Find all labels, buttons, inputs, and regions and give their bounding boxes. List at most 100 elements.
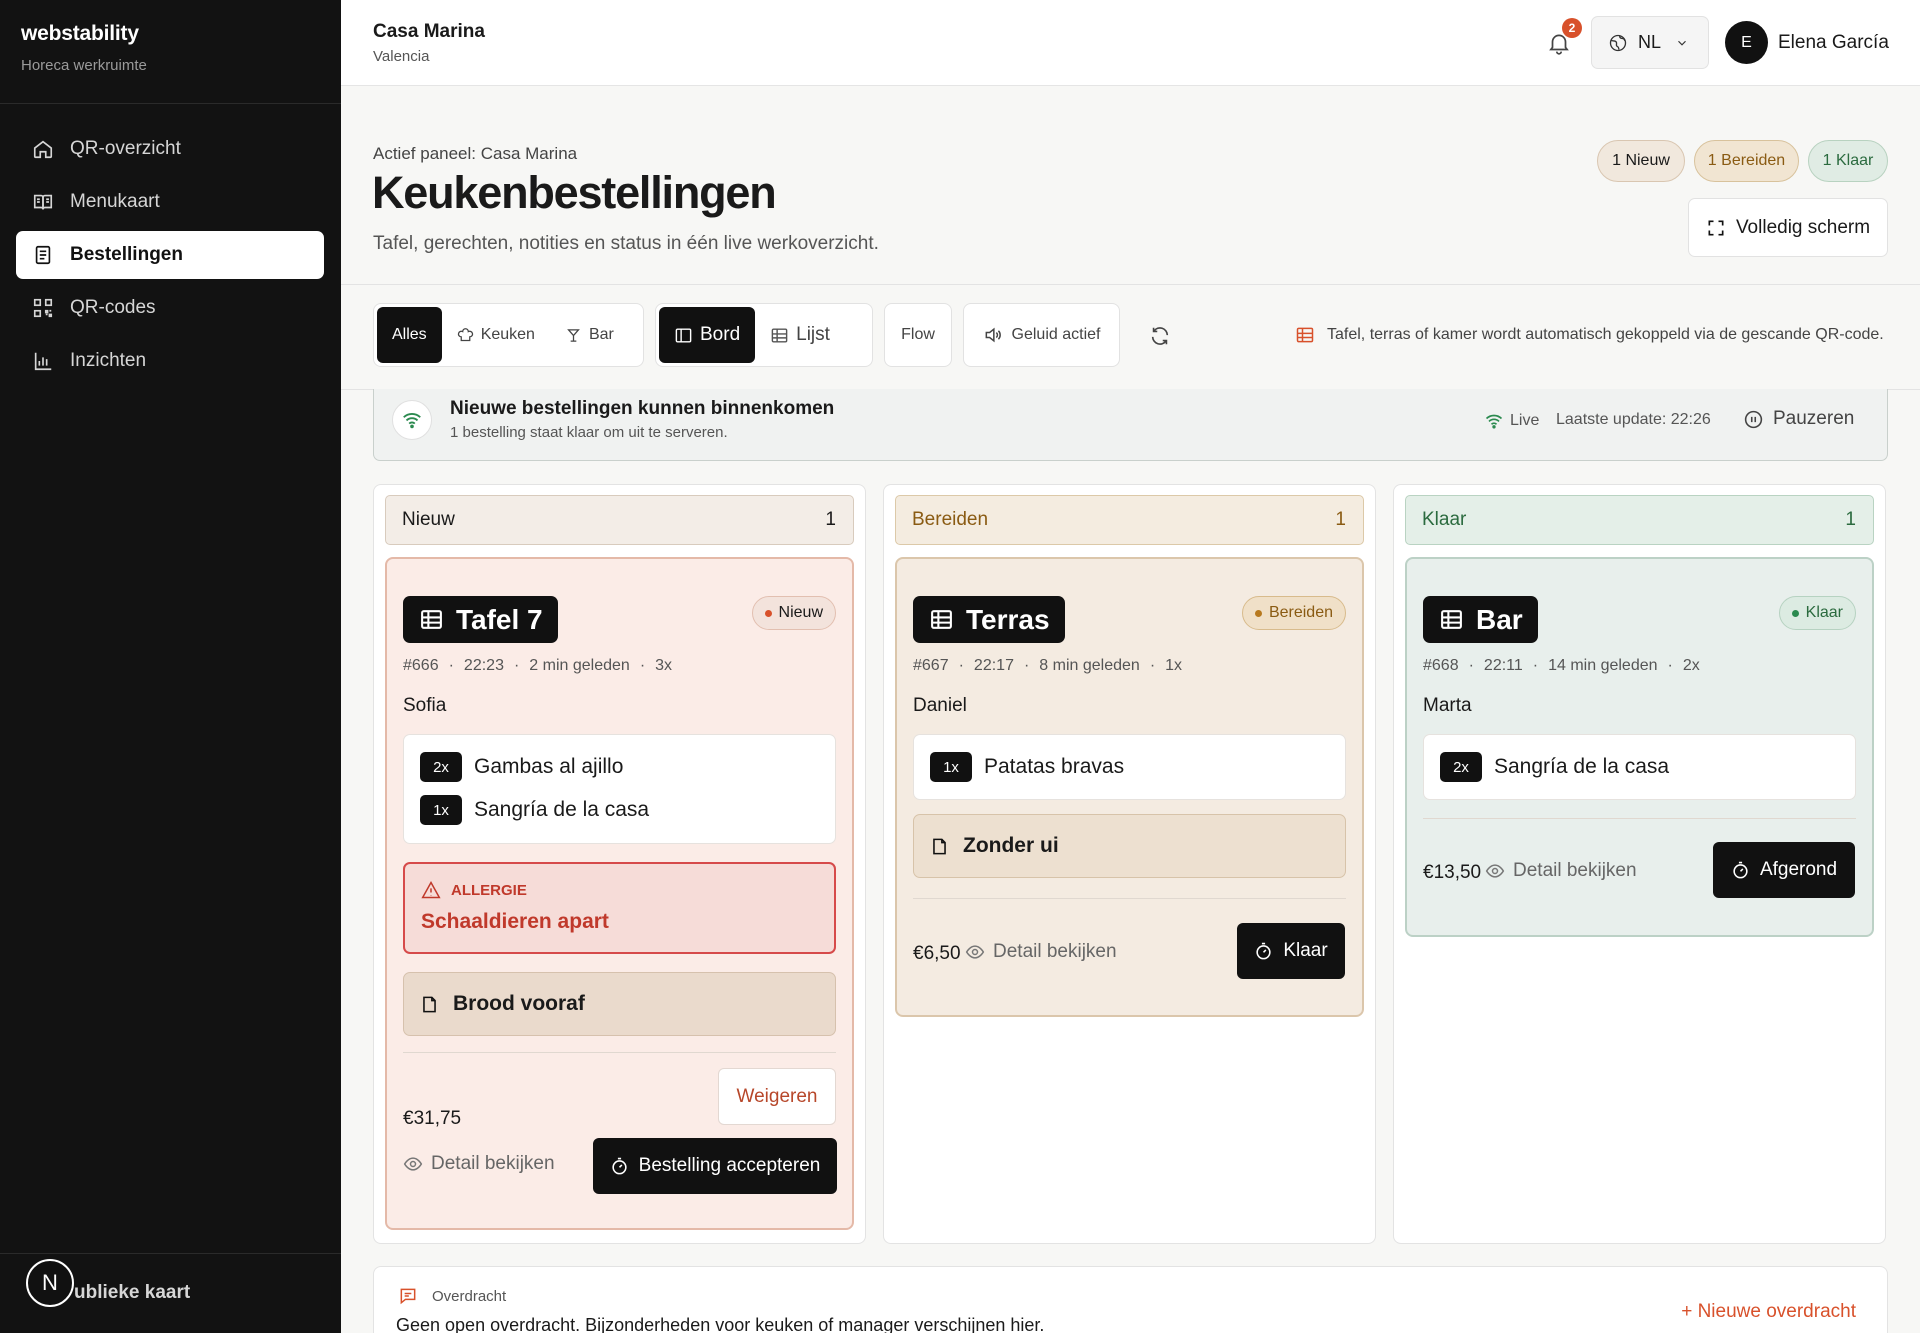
brand-subtitle: Horeca werkruimte (21, 57, 147, 74)
sidebar-item-label: Bestellingen (70, 244, 183, 265)
chart-icon (34, 352, 52, 371)
sidebar-nav: QR-overzicht Menukaart Bestellingen QR-c… (16, 125, 324, 390)
sidebar-item-bestellingen[interactable]: Bestellingen (16, 231, 324, 279)
order-age: 8 min geleden (1039, 657, 1140, 674)
topbar: Casa Marina Valencia 2 NL E Elena García (341, 0, 1920, 86)
order-note: Zonder ui (913, 814, 1346, 878)
fullscreen-icon (1708, 220, 1724, 235)
table-icon (421, 610, 442, 629)
count-pill-prep[interactable]: 1 Bereiden (1694, 140, 1799, 182)
language-value: NL (1638, 32, 1662, 52)
item-qty: 2x (420, 752, 462, 782)
status-dot (764, 609, 772, 617)
complete-label: Afgerond (1759, 859, 1838, 880)
sidebar-item-label: Menukaart (70, 191, 160, 212)
detail-link[interactable]: Detail bekijken (403, 1153, 555, 1175)
filter-bar-label: Bar (588, 326, 614, 343)
column-header: Klaar 1 (1405, 495, 1874, 545)
column-title: Bereiden (912, 509, 989, 530)
eye-icon (403, 1157, 423, 1171)
pause-button[interactable]: Pauzeren (1743, 408, 1854, 430)
sidebar-item-label: QR-codes (70, 297, 156, 318)
mark-ready-button[interactable]: Klaar (1237, 923, 1345, 979)
list-item: 2x Gambas al ajillo (420, 750, 819, 784)
column-title: Klaar (1422, 509, 1467, 530)
venue-switcher[interactable]: Casa Marina Valencia (373, 21, 485, 65)
guest-name: Daniel (913, 695, 967, 716)
live-indicator: Live (1484, 411, 1539, 431)
globe-icon (1609, 34, 1627, 51)
sidebar-item-inzichten[interactable]: Inzichten (16, 337, 324, 385)
order-card[interactable]: Tafel 7 Nieuw #666 · 22:23 · 2 min geleden · 3… (385, 557, 854, 1230)
sidebar-item-menukaart[interactable]: Menukaart (16, 178, 324, 226)
eye-icon (965, 945, 985, 959)
speaker-icon (985, 327, 1001, 343)
divider (1423, 818, 1856, 819)
language-select[interactable]: NL (1591, 16, 1709, 69)
board-icon (675, 327, 692, 343)
home-icon (33, 140, 53, 159)
order-total: €13,50 (1423, 862, 1482, 883)
view-list[interactable]: Lijst (755, 307, 845, 363)
reject-button[interactable]: Weigeren (718, 1068, 836, 1125)
chevron-down-icon (1678, 40, 1686, 46)
count-pill-new[interactable]: 1 Nieuw (1597, 140, 1685, 182)
user-avatar[interactable]: E (1725, 21, 1768, 64)
order-total: €6,50 (913, 943, 961, 964)
venue-city: Valencia (373, 48, 430, 65)
qr-icon (33, 298, 53, 318)
wifi-icon (1485, 414, 1503, 429)
order-card[interactable]: Terras Bereiden #667 · 22:17 · 8 min geleden… (895, 557, 1364, 1017)
dev-avatar[interactable]: N (26, 1259, 74, 1307)
order-total: €31,75 (403, 1108, 462, 1129)
filter-kitchen-label: Keuken (480, 326, 535, 343)
view-board[interactable]: Bord (659, 307, 756, 363)
fullscreen-button[interactable]: Volledig scherm (1688, 198, 1888, 257)
brand-name: webstability (21, 22, 139, 45)
flow-button[interactable]: Flow (884, 303, 952, 367)
column-header: Bereiden 1 (895, 495, 1364, 545)
handoff-text: Geen open overdracht. Bijzonderheden voo… (396, 1315, 1045, 1333)
refresh-icon[interactable] (1149, 325, 1171, 347)
filter-kitchen[interactable]: Keuken (442, 307, 550, 363)
table-name: Terras (966, 603, 1050, 635)
table-tag: Terras (913, 596, 1065, 643)
filter-bar[interactable]: Bar (550, 307, 629, 363)
order-qty: 2x (1682, 657, 1700, 674)
banner-title: Nieuwe bestellingen kunnen binnenkomen (450, 398, 835, 419)
sidebar-item-qr-codes[interactable]: QR-codes (16, 284, 324, 332)
last-update: Laatste update: 22:26 (1556, 411, 1711, 428)
order-items: 2x Gambas al ajillo 1x Sangría de la casa (403, 734, 836, 844)
accept-order-button[interactable]: Bestelling accepteren (593, 1138, 837, 1194)
note-text: Zonder ui (963, 834, 1059, 857)
detail-link[interactable]: Detail bekijken (965, 941, 1117, 963)
eye-icon (1485, 864, 1505, 878)
new-handoff-button[interactable]: + Nieuwe overdracht (1681, 1301, 1856, 1323)
view-list-label: Lijst (796, 324, 830, 345)
sidebar-item-qr-overzicht[interactable]: QR-overzicht (16, 125, 324, 173)
order-card[interactable]: Bar Klaar #668 · 22:11 · 14 min geleden · 2x M… (1405, 557, 1874, 937)
order-time: 22:17 (973, 657, 1014, 674)
book-icon (33, 194, 53, 210)
status-badge: Bereiden (1241, 596, 1346, 630)
order-time: 22:11 (1483, 657, 1523, 674)
complete-button[interactable]: Afgerond (1713, 842, 1855, 898)
detail-link[interactable]: Detail bekijken (1485, 860, 1637, 882)
detail-label: Detail bekijken (993, 941, 1117, 962)
table-tag: Bar (1423, 596, 1538, 643)
sound-label: Geluid actief (1011, 326, 1101, 343)
timer-icon (1733, 861, 1748, 878)
sound-toggle[interactable]: Geluid actief (963, 303, 1120, 367)
divider (403, 1052, 836, 1053)
table-name: Tafel 7 (456, 603, 543, 635)
status-badge: Nieuw (751, 596, 836, 630)
filter-all[interactable]: Alles (377, 307, 442, 363)
public-menu-link[interactable]: ublieke kaart (74, 1282, 190, 1304)
brand: webstability Horeca werkruimte (21, 22, 147, 74)
user-name[interactable]: Elena García (1778, 32, 1889, 54)
list-item: 2x Sangría de la casa (1440, 750, 1839, 784)
count-pill-done[interactable]: 1 Klaar (1808, 140, 1888, 182)
message-icon (400, 1288, 416, 1305)
item-qty: 2x (1440, 752, 1482, 782)
column-title: Nieuw (402, 509, 455, 530)
